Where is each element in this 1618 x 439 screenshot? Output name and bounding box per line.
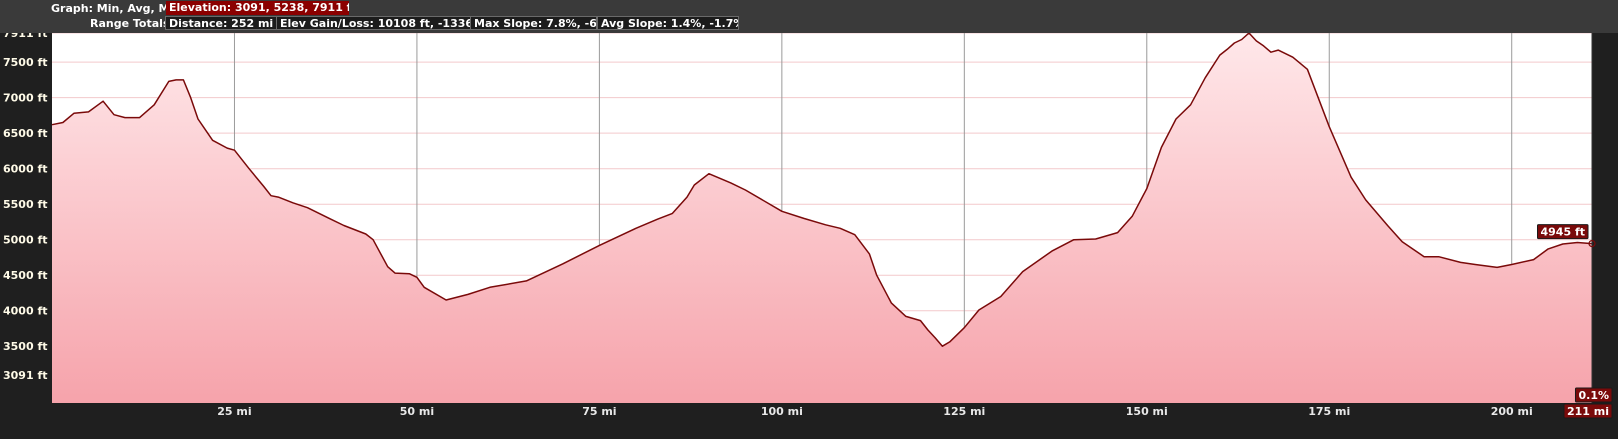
range-totals-label: Range Totals: (90, 17, 174, 30)
y-tick-label-0: 7911 ft (3, 33, 48, 40)
y-tick-label-9: 3500 ft (3, 340, 48, 353)
y-tick-label-10: 3091 ft (3, 369, 48, 382)
x-tick-label-5: 150 mi (1126, 405, 1168, 418)
y-tick-label-1: 7500 ft (3, 56, 48, 69)
y-tick-label-4: 6000 ft (3, 163, 48, 176)
elevation-tag: 4945 ft (1541, 226, 1586, 239)
x-tick-label-0: 25 mi (217, 405, 251, 418)
y-tick-label-7: 4500 ft (3, 269, 48, 282)
y-tick-label-6: 5000 ft (3, 234, 48, 247)
y-axis-labels: 7911 ft 7500 ft 7000 ft 6500 ft 6000 ft 5500 … (3, 33, 48, 382)
x-tick-label-1: 50 mi (400, 405, 434, 418)
range-totals-header: Graph: Min, Avg, Max Elevation: 3091, 52… (0, 0, 1618, 33)
elev-gain-loss-total: Elev Gain/Loss: 10108 ft, -13363 ft (276, 16, 476, 30)
y-tick-label-2: 7000 ft (3, 92, 48, 105)
y-tick-label-3: 6500 ft (3, 127, 48, 140)
x-tick-label-4: 125 mi (943, 405, 985, 418)
x-tick-label-7: 200 mi (1491, 405, 1533, 418)
avg-slope-total: Avg Slope: 1.4%, -1.7% (597, 16, 739, 30)
max-slope-total: Max Slope: 7.8%, -6.2% (470, 16, 597, 30)
distance-tag: 211 mi (1567, 405, 1609, 418)
slope-tag: 0.1% (1578, 389, 1609, 402)
elevation-summary-badge: Elevation: 3091, 5238, 7911 ft (166, 1, 349, 15)
x-tick-label-2: 75 mi (582, 405, 616, 418)
y-tick-label-8: 4000 ft (3, 305, 48, 318)
x-axis-labels: 25 mi 50 mi 75 mi 100 mi 125 mi 150 mi 175 mi 2… (217, 405, 1532, 418)
distance-total: Distance: 252 mi (165, 16, 278, 30)
graph-label: Graph: Min, Avg, Max (51, 2, 185, 15)
x-tick-label-6: 175 mi (1308, 405, 1350, 418)
x-tick-label-3: 100 mi (761, 405, 803, 418)
y-tick-label-5: 5500 ft (3, 198, 48, 211)
elevation-profile-chart[interactable]: 7911 ft 7500 ft 7000 ft 6500 ft 6000 ft 5500 … (0, 33, 1618, 439)
